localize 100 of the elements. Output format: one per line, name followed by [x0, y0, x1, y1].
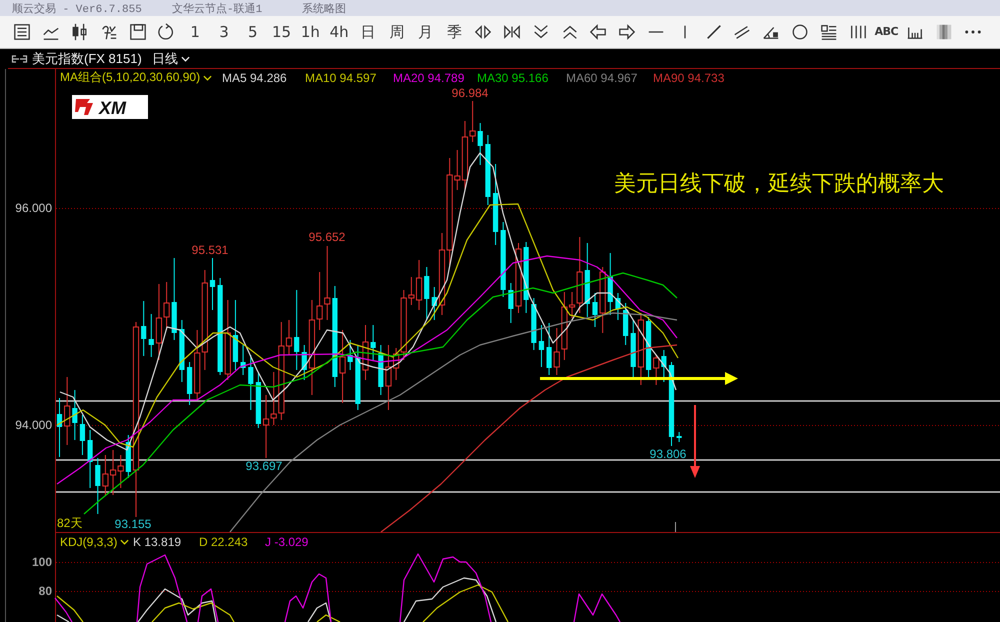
price-label: 93.806 — [650, 447, 686, 461]
falling-candle — [485, 134, 490, 206]
falling-candle — [661, 350, 666, 382]
falling-candle — [232, 300, 238, 370]
falling-candle — [546, 322, 552, 376]
falling-candle — [676, 432, 682, 442]
price-label: 95.652 — [308, 230, 346, 244]
price-label: 95.531 — [192, 243, 228, 257]
chevron-icon[interactable] — [120, 539, 130, 545]
falling-candle — [179, 320, 184, 382]
falling-candle — [478, 122, 483, 166]
price-label: 93.697 — [246, 459, 282, 473]
falling-candle — [141, 300, 146, 356]
server-name: 文华云节点-联通1 — [172, 2, 264, 16]
legend-value: MA10 94.597 — [305, 70, 376, 84]
arrow-right-icon[interactable] — [618, 23, 636, 41]
period-dropdown[interactable]: 日线 — [146, 50, 190, 68]
falling-candle — [256, 372, 261, 428]
falling-candle — [240, 344, 246, 376]
axis-label: 100 — [32, 555, 52, 569]
legend-value: D 22.243 — [199, 535, 248, 549]
refresh-icon[interactable] — [157, 23, 176, 41]
legend-value: J -3.029 — [265, 535, 308, 549]
period-button[interactable]: 月 — [417, 23, 434, 41]
brackets-icon[interactable] — [11, 55, 28, 63]
falling-candle — [355, 344, 360, 410]
legend-value: MA90 94.733 — [653, 70, 724, 84]
falling-candle — [80, 414, 86, 456]
falling-candle — [148, 314, 154, 358]
indicator-dropdown[interactable]: KDJ(9,3,3) — [60, 535, 133, 549]
axis-label: 96.000 — [15, 201, 52, 215]
rising-candle — [600, 266, 606, 334]
tick-mark — [675, 522, 676, 532]
rising-candle — [515, 242, 522, 314]
falling-candle — [508, 282, 514, 324]
symbol-name: 美元指数(FX 8151) — [32, 50, 142, 68]
period-button[interactable]: 日 — [359, 23, 376, 41]
falling-candle — [186, 362, 192, 406]
shrink-icon[interactable] — [502, 23, 521, 41]
gradient-icon[interactable] — [934, 23, 953, 41]
text-tool-button[interactable]: ABC — [874, 23, 900, 41]
save-icon[interactable] — [128, 23, 147, 41]
rising-candle — [362, 324, 369, 380]
thumbnail-label[interactable]: 系统略图 — [302, 0, 1000, 16]
period-button[interactable]: 1h — [300, 23, 321, 41]
circle-icon[interactable] — [790, 23, 809, 41]
legend-value: MA60 94.967 — [566, 70, 638, 84]
falling-candle — [56, 398, 62, 458]
arrow-left-icon[interactable] — [589, 23, 608, 41]
chevrons-up-icon[interactable] — [560, 23, 579, 41]
indicator-dropdown[interactable]: MA组合(5,10,20,30,60,90) — [60, 69, 222, 86]
vertical-bars-icon[interactable] — [848, 23, 866, 41]
bar-count-label: 82天 — [57, 516, 82, 530]
formula-icon[interactable] — [100, 23, 118, 41]
rising-candle — [653, 354, 660, 386]
legend-value: K 13.819 — [133, 535, 182, 549]
falling-candle — [432, 286, 437, 320]
falling-candle — [88, 430, 93, 488]
legend-value: MA30 95.166 — [477, 70, 548, 84]
chevrons-down-icon[interactable] — [532, 23, 550, 41]
falling-candle — [95, 458, 100, 514]
falling-candle — [378, 344, 384, 396]
falling-candle — [424, 266, 430, 320]
axis-label: 94.000 — [15, 418, 52, 432]
annotation-text: 美元日线下破，延续下跌的概率大 — [614, 170, 944, 196]
axis-label: 80 — [38, 584, 52, 598]
legend-value: MA20 94.789 — [393, 70, 464, 84]
falling-candle — [592, 292, 598, 328]
price-label: 96.984 — [452, 86, 488, 100]
period-button[interactable]: 3 — [218, 23, 230, 41]
falling-candle — [524, 242, 529, 314]
falling-candle — [248, 354, 254, 410]
falling-candle — [370, 324, 376, 360]
period-button[interactable]: 1 — [189, 23, 201, 41]
falling-candle — [72, 390, 78, 440]
period-button[interactable]: 4h — [328, 23, 350, 41]
chevron-icon[interactable] — [203, 74, 212, 80]
falling-candle — [302, 344, 307, 380]
diagonal-line-icon[interactable] — [704, 23, 723, 41]
falling-candle — [538, 324, 544, 368]
falling-candle — [126, 434, 131, 478]
app-title: 顺云交易 - Ver6.7.855 — [12, 2, 143, 16]
legend-value: MA5 94.286 — [222, 70, 287, 84]
falling-candle — [348, 340, 353, 370]
logo: XM — [72, 95, 148, 119]
candlestick-icon[interactable] — [70, 23, 89, 41]
falling-candle — [608, 252, 613, 316]
falling-candle — [615, 292, 621, 320]
period-button[interactable]: 周 — [388, 23, 406, 41]
rising-candle — [64, 376, 70, 446]
falling-candle — [531, 298, 536, 350]
text-lines-icon[interactable] — [820, 23, 838, 41]
period-button[interactable]: 5 — [247, 23, 259, 41]
expand-icon[interactable] — [474, 23, 492, 41]
period-button[interactable]: 15 — [271, 23, 292, 41]
falling-candle — [210, 258, 216, 310]
falling-candle — [623, 302, 628, 346]
table-icon[interactable] — [13, 23, 32, 41]
period-button[interactable]: 季 — [446, 23, 463, 41]
price-label: 93.155 — [114, 517, 152, 531]
